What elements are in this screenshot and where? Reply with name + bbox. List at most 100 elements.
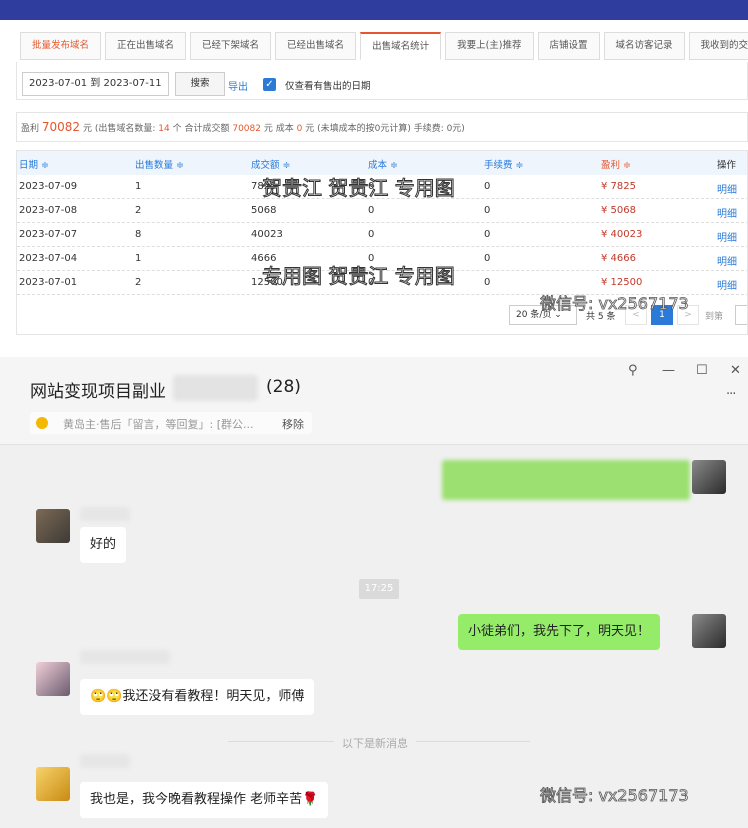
detail-link[interactable]: 明细 — [717, 253, 737, 268]
tab-shop-settings[interactable]: 店铺设置 — [537, 32, 600, 60]
blurred-sender-name — [80, 507, 130, 521]
new-messages-label: 以下是新消息 — [334, 735, 416, 751]
tab-sold[interactable]: 已经出售域名 — [275, 32, 357, 60]
tab-sales-stats[interactable]: 出售域名统计 — [360, 32, 442, 60]
close-icon[interactable]: ✕ — [730, 363, 741, 378]
summary-text-a: (出售域名数量: — [94, 124, 156, 134]
cell-profit: ¥ 40023 — [601, 229, 643, 240]
table-row: 2023-07-08 2 5068 0 0 ¥ 5068 明细 — [17, 199, 747, 223]
tab-batch-publish[interactable]: 批量发布域名 — [20, 32, 102, 60]
cell-fee: 0 — [484, 277, 491, 288]
message-bubble: 🙄🙄我还没有看教程！明天见，师傅 — [80, 679, 315, 715]
sold-only-label: 仅查看有售出的日期 — [285, 81, 371, 92]
cell-cost: 0 — [368, 205, 375, 216]
user2-avatar[interactable] — [36, 662, 70, 696]
goto-page-input[interactable] — [735, 305, 747, 325]
header-cost[interactable]: 成本 ≑ — [368, 157, 398, 171]
cell-profit: ¥ 7825 — [601, 181, 636, 192]
sold-only-checkbox[interactable]: ✓ — [263, 78, 276, 91]
header-fee[interactable]: 手续费 ≑ — [484, 157, 523, 171]
cell-count: 1 — [135, 253, 142, 264]
summary-text-b: 个 合计成交额 — [172, 124, 230, 134]
detail-link[interactable]: 明细 — [717, 181, 737, 196]
member-count: (28) — [266, 377, 301, 397]
search-button[interactable]: 搜索 — [175, 72, 225, 96]
cost-amount: 0 — [296, 124, 303, 134]
chat-title: 网站变现项目副业 — [30, 382, 166, 402]
cell-profit: ¥ 5068 — [601, 205, 636, 216]
user3-avatar[interactable] — [36, 767, 70, 801]
blurred-sender-name — [80, 754, 130, 768]
cell-profit: ¥ 4666 — [601, 253, 636, 264]
detail-link[interactable]: 明细 — [717, 205, 737, 220]
message-bubble: 好的 — [80, 527, 127, 563]
total-amount: 70082 — [232, 124, 261, 134]
top-nav-bar — [0, 0, 748, 20]
user1-avatar[interactable] — [36, 509, 70, 543]
blurred-name — [173, 375, 258, 401]
summary-text-c: 元 成本 — [263, 124, 294, 134]
date-range-input[interactable]: 2023-07-01 到 2023-07-11 — [22, 72, 169, 96]
detail-link[interactable]: 明细 — [717, 277, 737, 292]
header-amount[interactable]: 成交额 ≑ — [251, 157, 290, 171]
message-bubble: 我也是，我今晚看教程操作 老师辛苦🌹 — [80, 782, 329, 818]
more-icon[interactable]: ··· — [726, 387, 736, 402]
profit-value: 70082 — [41, 120, 81, 134]
tab-bar: 批量发布域名 正在出售域名 已经下架域名 已经出售域名 出售域名统计 我要上(主… — [20, 32, 748, 60]
cell-date: 2023-07-01 — [19, 277, 78, 288]
summary-text-d: 元 (未填成本的按0元计算) 手续费: 0元) — [305, 124, 465, 134]
pinned-text: 黄岛主·售后「留言，等回复」: [群公... — [63, 418, 254, 431]
export-link[interactable]: 导出 — [228, 78, 248, 93]
blurred-my-message — [442, 460, 690, 500]
pinned-icon — [36, 417, 48, 429]
tab-on-sale[interactable]: 正在出售域名 — [105, 32, 187, 60]
pinned-message[interactable]: 黄岛主·售后「留言，等回复」: [群公... 移除 — [30, 412, 312, 434]
wechat-watermark-top: 微信号: vx2567173 — [540, 294, 689, 314]
summary-bar: 盈利 70082 元 (出售域名数量: 14 个 合计成交额 70082 元 成… — [16, 112, 748, 142]
watermark-top: 贺贵江 贺贵江 专用图 — [262, 176, 456, 201]
cell-count: 8 — [135, 229, 142, 240]
filter-bar: 2023-07-01 到 2023-07-11 搜索 导出 ✓ 仅查看有售出的日… — [16, 62, 748, 100]
pin-icon[interactable]: ⚲ — [628, 363, 638, 378]
detail-link[interactable]: 明细 — [717, 229, 737, 244]
pinned-remove-button[interactable]: 移除 — [282, 416, 304, 432]
profit-label: 盈利 — [21, 124, 40, 134]
minimize-icon[interactable]: — — [662, 363, 675, 378]
cell-amount: 5068 — [251, 205, 277, 216]
header-action: 操作 — [717, 160, 737, 171]
cell-count: 2 — [135, 205, 142, 216]
cell-fee: 0 — [484, 253, 491, 264]
cell-count: 1 — [135, 181, 142, 192]
watermark-middle: 专用图 贺贵江 专用图 — [262, 264, 456, 289]
tab-visitor-log[interactable]: 域名访客记录 — [603, 32, 685, 60]
tab-recommend[interactable]: 我要上(主)推荐 — [445, 32, 534, 60]
header-date[interactable]: 日期 ≑ — [19, 157, 49, 171]
tab-delisted[interactable]: 已经下架域名 — [190, 32, 272, 60]
chat-header: 网站变现项目副业 (28) ⚲ — ☐ ✕ ··· 黄岛主·售后「留言，等回复」… — [0, 357, 748, 445]
cell-profit: ¥ 12500 — [601, 277, 643, 288]
cell-cost: 0 — [368, 229, 375, 240]
table-row: 2023-07-07 8 40023 0 0 ¥ 40023 明细 — [17, 223, 747, 247]
my-avatar[interactable] — [692, 460, 726, 494]
maximize-icon[interactable]: ☐ — [696, 363, 708, 378]
sold-count: 14 — [158, 124, 170, 134]
tab-received-trades[interactable]: 我收到的交易 — [688, 32, 748, 60]
my-avatar[interactable] — [692, 614, 726, 648]
chat-window: 网站变现项目副业 (28) ⚲ — ☐ ✕ ··· 黄岛主·售后「留言，等回复」… — [0, 357, 748, 828]
cell-count: 2 — [135, 277, 142, 288]
cell-amount: 40023 — [251, 229, 283, 240]
unit-label: 元 — [82, 124, 92, 134]
cell-fee: 0 — [484, 181, 491, 192]
wechat-watermark-bottom: 微信号: vx2567173 — [540, 786, 689, 806]
cell-fee: 0 — [484, 229, 491, 240]
goto-label: 到第 — [705, 312, 724, 322]
cell-date: 2023-07-08 — [19, 205, 78, 216]
header-profit[interactable]: 盈利 ≑ — [601, 157, 631, 171]
cell-date: 2023-07-07 — [19, 229, 78, 240]
header-count[interactable]: 出售数量 ≑ — [135, 157, 184, 171]
timestamp: 17:25 — [359, 579, 399, 599]
my-message-bubble: 小徒弟们，我先下了，明天见！ — [458, 614, 661, 650]
cell-date: 2023-07-09 — [19, 181, 78, 192]
cell-date: 2023-07-04 — [19, 253, 78, 264]
cell-fee: 0 — [484, 205, 491, 216]
